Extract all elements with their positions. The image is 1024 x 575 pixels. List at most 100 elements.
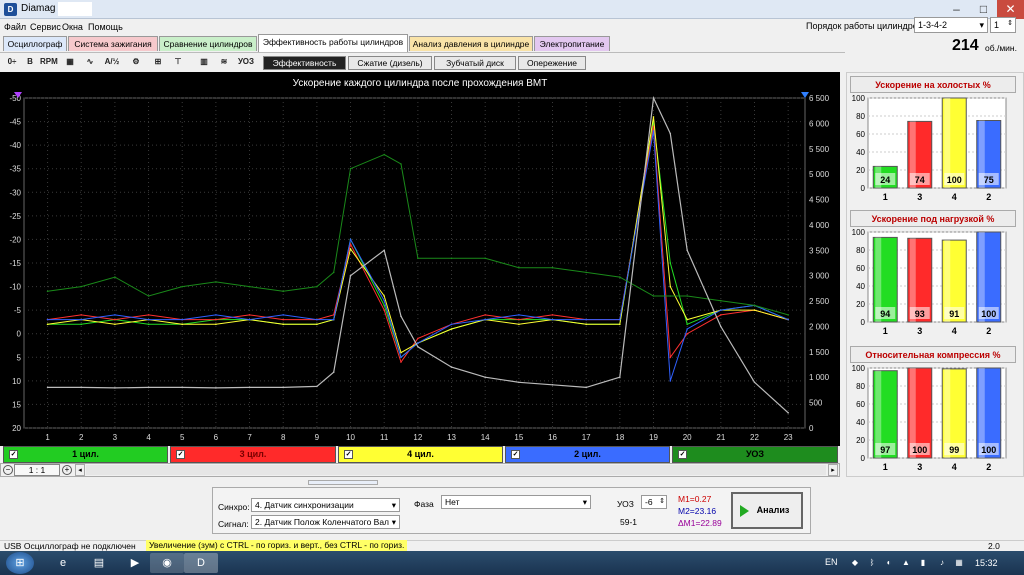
channel-toggle-0[interactable]: ✓ 1 цил. [3,446,168,463]
sync-select[interactable]: 4. Датчик синхронизации ▾ [251,498,400,512]
channel-toggle-2[interactable]: ✓ 4 цил. [338,446,503,463]
zoom-out-icon[interactable]: − [3,465,13,475]
tray-icon-1[interactable]: ◆ [849,557,861,569]
filter-icon[interactable]: ⊤ [170,54,186,70]
diamag-task-icon[interactable]: D [184,553,218,573]
tab-oscilloscope[interactable]: Осциллограф [3,36,67,51]
chevron-down-icon: ▾ [391,516,396,528]
phase-label: Фаза [414,499,434,509]
chart-icon[interactable]: ▥ [196,54,212,70]
series-point [652,97,655,99]
channel-toggle-1[interactable]: ✓ 3 цил. [170,446,336,463]
bar-value-label: 100 [947,175,962,185]
series-point [450,323,453,326]
x-tick-label: 4 [146,433,151,442]
sync-label: Синхро: [218,502,250,512]
series-point [332,371,335,374]
tab-pressure-analysis[interactable]: Анализ давления в цилиндре [409,36,533,51]
checkbox-icon[interactable]: ✓ [344,450,353,459]
start-button[interactable]: ⊞ [6,552,34,574]
chrome-icon[interactable]: ◉ [150,553,184,573]
bar-category-label: 2 [986,326,991,336]
tray-icon-4[interactable]: ▲ [900,557,912,569]
tab-power[interactable]: Электропитание [534,36,610,51]
bar-value-label: 100 [981,309,996,319]
media-player-icon[interactable]: ▶ [118,553,152,573]
series-point [215,323,217,326]
cylinder-order-select[interactable]: 1-3-4-2 ▾ [914,17,988,33]
y-tick-label: 80 [856,382,865,391]
checkbox-icon[interactable]: ✓ [176,450,185,459]
series-point [585,386,587,389]
bar-value-label: 100 [981,445,996,455]
right-tick-label: 0 [809,424,814,433]
grid-icon[interactable]: ▦ [62,54,78,70]
right-tick-label: 6 000 [809,119,830,128]
channel-toggle-3[interactable]: ✓ 2 цил. [505,446,670,463]
analyze-button[interactable]: Анализ [731,492,803,529]
x-tick-label: 23 [784,433,793,442]
bold-b-icon[interactable]: B [22,54,38,70]
tray-icon-7[interactable]: ▦ [953,557,965,569]
oscillogram-chart[interactable]: Ускорение каждого цилиндра после прохожд… [0,72,840,446]
bluetooth-icon[interactable]: ᛒ [866,557,878,569]
series-point [383,304,386,307]
menu-service[interactable]: Сервис [30,22,61,32]
tab-cylinder-efficiency[interactable]: Эффективность работы цилиндров [258,34,408,52]
series-point [484,314,487,316]
series-point [282,318,285,321]
scroll-left-icon[interactable]: ◂ [75,464,85,476]
scroll-right-icon[interactable]: ▸ [828,464,838,476]
language-indicator[interactable]: EN [825,557,838,567]
folder-icon[interactable]: ▤ [82,553,116,573]
subtab-compression[interactable]: Сжатие (дизель) [348,56,432,70]
checkbox-icon[interactable]: ✓ [678,450,687,459]
series-point [316,318,318,321]
tab-cylinder-compare[interactable]: Сравнение цилиндров [159,36,257,51]
waveform-icon[interactable]: ≋ [216,54,232,70]
menu-file[interactable]: Файл [4,22,26,32]
right-tick-label: 1 500 [809,348,830,357]
series-point [383,309,386,311]
subtab-advance[interactable]: Опережение [518,56,586,70]
uoz-icon[interactable]: УОЗ [238,54,254,70]
line-icon[interactable]: ∿ [82,54,98,70]
tab-ignition[interactable]: Система зажигания [68,36,158,51]
phase-select[interactable]: Нет ▾ [441,495,591,509]
ie-icon[interactable]: e [46,553,80,573]
subtab-efficiency[interactable]: Эффективность [263,56,346,70]
right-tick-label: 4 500 [809,196,830,205]
spinner-arrows-icon: ⇕ [659,498,665,505]
y-tick-label: 40 [856,282,865,291]
horizontal-scrollbar[interactable] [86,465,826,475]
calc-icon[interactable]: ⚙ [128,54,144,70]
series-point [400,351,402,354]
series-point [518,381,520,384]
uoz-spinner[interactable]: -6 ⇕ [641,495,667,509]
network-icon[interactable]: ▮ [917,557,929,569]
subtab-tooth-disc[interactable]: Зубчатый диск [434,56,516,70]
checkbox-icon[interactable]: ✓ [511,450,520,459]
y-tick-label: 60 [856,130,865,139]
series-point [686,328,688,330]
series-point [484,376,487,379]
bar-category-label: 4 [952,192,957,202]
0-icon[interactable]: 0÷ [4,54,20,70]
bars-icon[interactable]: ⊞ [150,54,166,70]
menu-help[interactable]: Помощь [88,22,123,32]
zoom-in-icon[interactable]: + [62,465,72,475]
tray-icon-3[interactable]: ◐ [883,557,895,569]
volume-icon[interactable]: ♪ [936,557,948,569]
checkbox-icon[interactable]: ✓ [9,450,18,459]
splitter-handle[interactable] [308,480,378,485]
rpm-icon[interactable]: RPM [40,54,58,70]
cylinder-count-spinner[interactable]: 1 ⇕ [990,17,1016,33]
series-point [147,318,150,321]
signal-select[interactable]: 2. Датчик Полож Коленчатого Вал ▾ [251,515,400,529]
channel-toggle-4[interactable]: ✓ УОЗ [672,446,838,463]
x-tick-label: 13 [447,433,456,442]
series-point [669,295,672,297]
series-point [619,318,621,321]
abc-icon[interactable]: A/½ [104,54,120,70]
menu-windows[interactable]: Окна [62,22,83,32]
